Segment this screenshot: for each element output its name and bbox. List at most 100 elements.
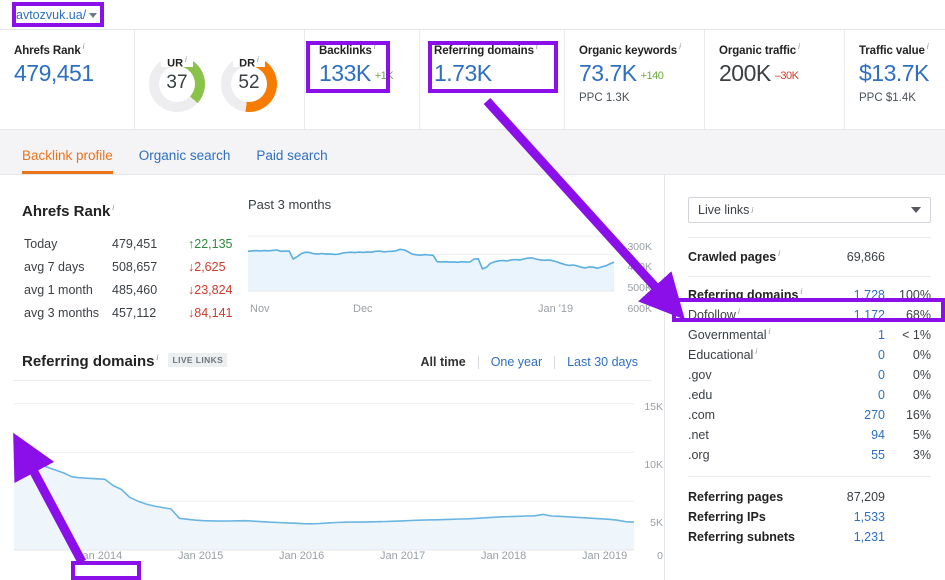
- row-pct: < 1%: [902, 328, 931, 342]
- rank-row-delta: ↓2,625: [188, 259, 226, 274]
- info-icon[interactable]: i: [751, 206, 753, 215]
- range-last-30-days[interactable]: Last 30 days: [555, 355, 650, 369]
- chart-title: Past 3 months: [248, 197, 332, 212]
- x-tick-label: Jan 2018: [481, 550, 527, 562]
- breakdown-row-educational[interactable]: Educational i 0 0%: [688, 345, 931, 365]
- referring-domains-chart: 15K 10K 5K 0 Jan 2014 Jan 2015 Jan 2016 …: [13, 387, 665, 572]
- breakdown-row-org[interactable]: .org 55 3%: [688, 445, 931, 465]
- metric-value: 73.7K +140: [579, 59, 664, 86]
- divider: [688, 237, 931, 238]
- totals-row-referring-ips[interactable]: Referring IPs 1,533: [688, 507, 931, 527]
- info-icon[interactable]: i: [257, 55, 259, 64]
- y-tick-label: 600K: [627, 303, 652, 315]
- table-row: avg 1 month 485,460 ↓23,824: [24, 279, 232, 300]
- tab-organic-search[interactable]: Organic search: [139, 148, 231, 174]
- info-icon[interactable]: i: [157, 353, 159, 362]
- row-label: Referring pages: [688, 490, 784, 504]
- breakdown-row-governmental[interactable]: Governmental i 1 < 1%: [688, 325, 931, 345]
- info-icon[interactable]: i: [83, 42, 85, 51]
- x-tick-label: Nov: [250, 303, 270, 315]
- info-icon[interactable]: i: [800, 287, 802, 296]
- rank-row-value: 479,451: [112, 236, 158, 251]
- metric-card-organic-traffic[interactable]: Organic traffic i 200K –30K: [705, 30, 845, 129]
- breakdown-row-com[interactable]: .com 270 16%: [688, 405, 931, 425]
- metric-delta: +1K: [374, 69, 394, 82]
- x-tick-label: Jan 2017: [380, 550, 426, 562]
- row-pct: 68%: [905, 308, 931, 322]
- row-value: 270: [864, 408, 885, 422]
- metric-value: $13.7K: [859, 59, 929, 86]
- info-icon[interactable]: i: [769, 327, 771, 336]
- row-label: Crawled pages i: [688, 249, 781, 265]
- row-label: .com: [688, 408, 716, 422]
- row-label: Educational i: [688, 347, 758, 363]
- x-tick-label: Jan 2019: [582, 550, 628, 562]
- metric-card-backlinks[interactable]: Backlinks i 133K +1K: [305, 30, 420, 129]
- metric-value: 1.73K: [434, 59, 492, 86]
- metric-value: 479,451: [14, 59, 94, 86]
- ahrefs-rank-title: Ahrefs Rank i: [22, 203, 115, 220]
- info-icon[interactable]: i: [738, 307, 740, 316]
- row-value: 1,231: [853, 530, 885, 544]
- info-icon[interactable]: i: [755, 347, 757, 356]
- ahrefs-rank-table: Today 479,451 ↑22,135 avg 7 days 508,657…: [22, 231, 234, 325]
- row-value: 0: [878, 368, 885, 382]
- main-content: Ahrefs Rank i Today 479,451 ↑22,135 avg 7…: [0, 175, 945, 580]
- breakdown-row-gov[interactable]: .gov 0 0%: [688, 365, 931, 385]
- tab-paid-search[interactable]: Paid search: [256, 148, 327, 174]
- metric-sub: PPC $1.4K: [859, 91, 916, 104]
- breakdown-row-net[interactable]: .net 94 5%: [688, 425, 931, 445]
- chevron-down-icon[interactable]: [89, 13, 98, 18]
- totals-row-referring-pages[interactable]: Referring pages 87,209: [688, 487, 931, 507]
- metric-card-organic-keywords[interactable]: Organic keywords i 73.7K +140 PPC 1.3K: [565, 30, 705, 129]
- range-all-time[interactable]: All time: [409, 355, 478, 369]
- link-type-select[interactable]: Live links i: [688, 197, 931, 223]
- referring-domains-area-svg: [13, 403, 635, 551]
- range-one-year[interactable]: One year: [479, 355, 554, 369]
- row-pct: 5%: [912, 428, 931, 442]
- site-selector[interactable]: avtozvuk.ua/: [14, 7, 99, 23]
- dr-gauge: DR i 52: [221, 53, 277, 112]
- y-tick-label: 300K: [627, 241, 652, 253]
- info-icon[interactable]: i: [374, 42, 376, 51]
- rank-y-axis: 300K 400K 500K 600K: [618, 223, 652, 315]
- metric-card-referring-domains[interactable]: Referring domains i 1.73K: [420, 30, 565, 129]
- row-label: .gov: [688, 368, 712, 382]
- metric-card-traffic-value[interactable]: Traffic value i $13.7K PPC $1.4K: [845, 30, 945, 129]
- rank-row-delta: ↑22,135: [188, 236, 233, 251]
- chevron-down-icon[interactable]: [911, 207, 921, 213]
- info-icon[interactable]: i: [679, 42, 681, 51]
- info-icon[interactable]: i: [112, 203, 114, 212]
- left-column: Ahrefs Rank i Today 479,451 ↑22,135 avg 7…: [0, 175, 665, 580]
- site-url-text: avtozvuk.ua/: [16, 7, 87, 22]
- metric-label: Backlinks i: [319, 42, 376, 57]
- y-tick-label: 10K: [644, 459, 663, 471]
- dr-value: 52: [238, 72, 260, 93]
- live-links-badge: LIVE LINKS: [168, 353, 228, 367]
- row-pct: 3%: [912, 448, 931, 462]
- table-row: avg 7 days 508,657 ↓2,625: [24, 256, 232, 277]
- metric-value: 133K +1K: [319, 59, 394, 86]
- ur-value: 37: [166, 72, 188, 93]
- x-tick-label: Dec: [353, 303, 373, 315]
- info-icon[interactable]: i: [927, 42, 929, 51]
- breakdown-row-edu[interactable]: .edu 0 0%: [688, 385, 931, 405]
- row-value: 1,533: [853, 510, 885, 524]
- rank-row-label: Today: [24, 236, 58, 251]
- breakdown-row-dofollow[interactable]: Dofollow i 1,172 68%: [688, 305, 931, 325]
- tab-backlink-profile[interactable]: Backlink profile: [22, 148, 113, 174]
- metric-delta: –30K: [774, 69, 799, 82]
- rank-row-value: 457,112: [112, 305, 157, 320]
- info-icon[interactable]: i: [778, 249, 780, 258]
- info-icon[interactable]: i: [536, 42, 538, 51]
- y-tick-label: 400K: [627, 261, 652, 273]
- metric-label: Organic keywords i: [579, 42, 681, 57]
- info-icon[interactable]: i: [798, 42, 800, 51]
- totals-row-referring-subnets[interactable]: Referring subnets 1,231: [688, 527, 931, 547]
- metric-label: Traffic value i: [859, 42, 929, 57]
- rank-row-delta: ↓23,824: [188, 282, 233, 297]
- rank-row-label: avg 7 days: [24, 259, 85, 274]
- table-row: Today 479,451 ↑22,135: [24, 233, 232, 254]
- row-pct: 16%: [905, 408, 931, 422]
- info-icon[interactable]: i: [185, 55, 187, 64]
